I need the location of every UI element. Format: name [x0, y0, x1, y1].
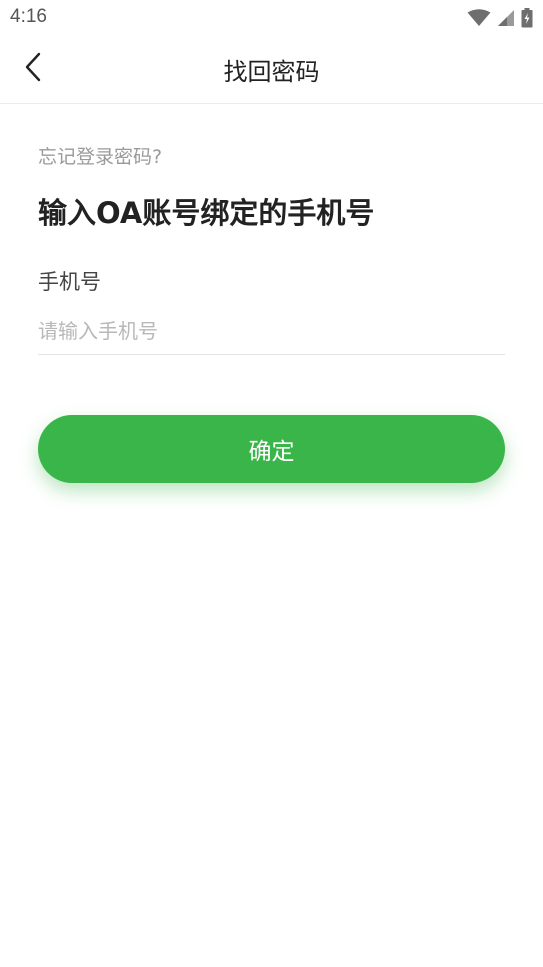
forgot-password-hint: 忘记登录密码? — [38, 146, 163, 168]
battery-icon — [521, 8, 533, 32]
phone-input[interactable] — [38, 308, 505, 355]
status-icons — [467, 8, 533, 32]
confirm-button[interactable]: 确定 — [38, 415, 505, 483]
app-header: 找回密码 — [0, 36, 543, 104]
wifi-icon — [467, 9, 491, 31]
signal-icon — [497, 9, 515, 31]
form-heading: 输入OA账号绑定的手机号 — [38, 196, 375, 230]
status-bar: 4:16 — [0, 0, 543, 36]
page-title: 找回密码 — [223, 58, 320, 86]
phone-label: 手机号 — [38, 270, 101, 294]
status-time: 4:16 — [10, 6, 47, 27]
